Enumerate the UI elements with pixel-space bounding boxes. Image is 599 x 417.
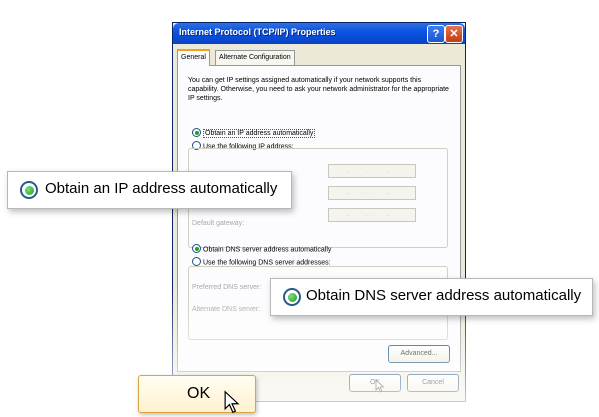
tcpip-properties-dialog: Internet Protocol (TCP/IP) Properties ? … xyxy=(172,22,466,402)
alternate-dns-label: Alternate DNS server: xyxy=(192,306,261,313)
subnet-mask-field[interactable]: . . . xyxy=(328,186,416,200)
radio-selected-icon xyxy=(20,181,38,199)
callout-label: Obtain DNS server address automatically xyxy=(306,287,582,304)
callout-label: Obtain an IP address automatically xyxy=(45,180,278,197)
callout-ok: OK xyxy=(138,375,256,414)
tab-general[interactable]: General xyxy=(177,49,210,66)
window-title: Internet Protocol (TCP/IP) Properties xyxy=(179,27,336,37)
preferred-dns-label: Preferred DNS server: xyxy=(192,284,262,291)
ip-address-field[interactable]: . . . xyxy=(328,164,416,178)
radio-unselected-icon xyxy=(192,257,201,266)
help-icon[interactable]: ? xyxy=(427,25,445,43)
mouse-cursor-icon xyxy=(375,379,385,393)
callout-obtain-dns-auto: Obtain DNS server address automatically xyxy=(270,278,593,316)
radio-label: Obtain an IP address automatically xyxy=(203,129,316,139)
description-text: You can get IP settings assigned automat… xyxy=(188,77,449,102)
callout-obtain-ip-auto: Obtain an IP address automatically xyxy=(7,171,292,209)
general-tab-panel: You can get IP settings assigned automat… xyxy=(177,65,461,372)
default-gateway-field[interactable]: . . . xyxy=(328,208,416,222)
radio-selected-icon xyxy=(192,128,201,137)
radio-selected-icon xyxy=(283,288,301,306)
mouse-cursor-icon xyxy=(224,390,240,414)
advanced-button[interactable]: Advanced... xyxy=(388,345,450,363)
radio-obtain-dns-auto[interactable]: Obtain DNS server address automatically xyxy=(192,244,332,254)
title-bar[interactable]: Internet Protocol (TCP/IP) Properties ? … xyxy=(173,23,465,44)
radio-obtain-ip-auto[interactable]: Obtain an IP address automatically xyxy=(192,128,316,139)
radio-selected-icon xyxy=(192,244,201,253)
close-icon[interactable]: ✕ xyxy=(445,25,463,43)
cancel-button[interactable]: Cancel xyxy=(407,374,459,392)
tab-alternate-configuration[interactable]: Alternate Configuration xyxy=(215,50,295,65)
default-gateway-label: Default gateway: xyxy=(192,220,245,227)
callout-label: OK xyxy=(187,385,211,402)
radio-label: Obtain DNS server address automatically xyxy=(203,246,332,254)
